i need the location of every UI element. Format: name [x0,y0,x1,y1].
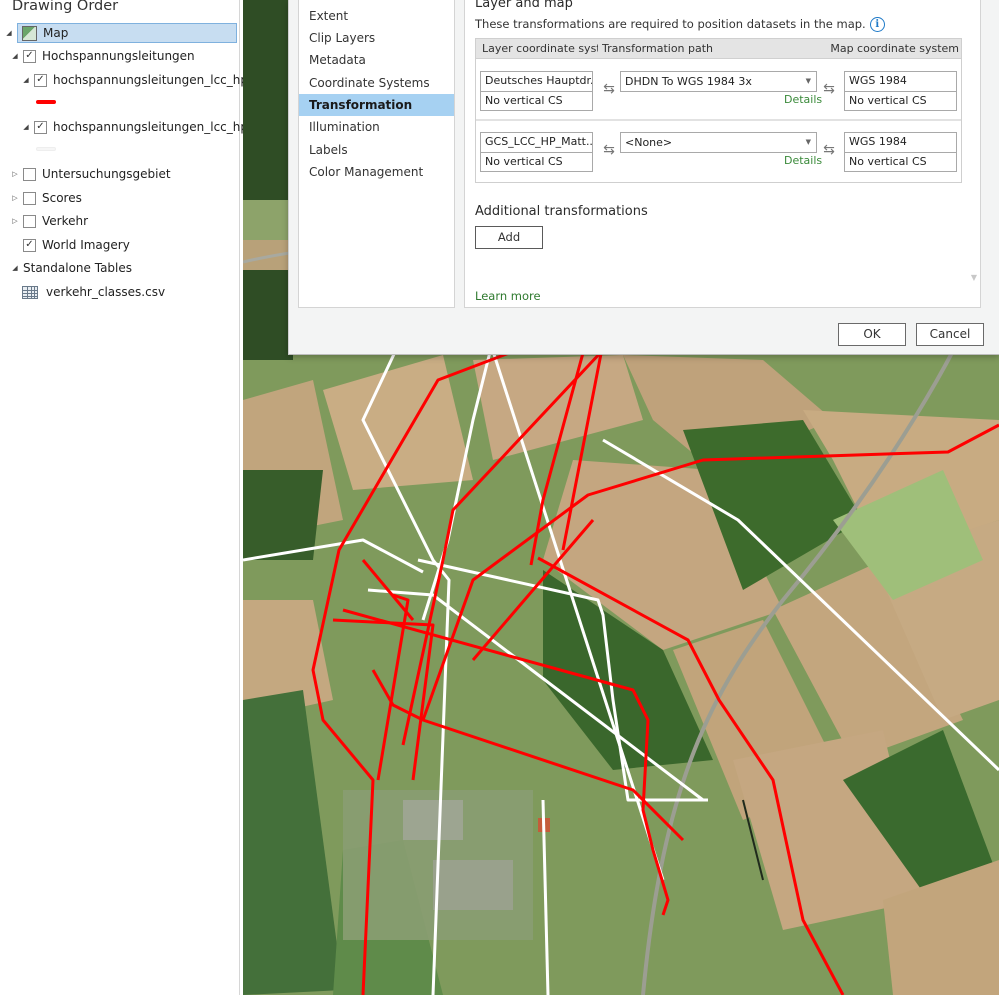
white-line-symbol[interactable] [36,147,56,151]
map-cs-name: WGS 1984 [849,135,907,148]
expand-triangle-icon[interactable]: ◢ [21,122,31,132]
expand-triangle-icon[interactable]: ◢ [4,28,14,38]
toc-item-label: verkehr_classes.csv [46,285,166,299]
map-vcs-name: No vertical CS [845,152,956,171]
layer-vcs-name: No vertical CS [481,91,592,110]
additional-transformations-heading: Additional transformations [475,204,648,219]
toc-item-verkehr-classes-csv[interactable]: verkehr_classes.csv [22,282,165,302]
drawing-order-title: Drawing Order [12,0,119,14]
toc-item-label: Untersuchungsgebiet [42,167,171,181]
toc-item-label: Standalone Tables [23,261,133,275]
layer-checkbox[interactable] [23,167,36,181]
layer-cs-box-1[interactable]: Deutsches Hauptdr... No vertical CS [480,71,593,111]
expand-triangle-icon[interactable]: ◢ [10,51,20,61]
swap-arrows-icon: ⇆ [823,81,835,97]
toc-item-label: World Imagery [42,238,130,252]
transformation-grid: Layer coordinate system Transformation p… [475,38,962,183]
nav-item-metadata[interactable]: Metadata [299,49,454,71]
nav-item-coordinate-systems[interactable]: Coordinate Systems [299,72,454,94]
toc-item-label: Scores [42,191,82,205]
header-layer-cs: Layer coordinate system [482,42,598,55]
toc-item-label: Hochspannungsleitungen [42,49,195,63]
toc-standalone-tables-header[interactable]: ◢ Standalone Tables [10,258,132,278]
details-link-2[interactable]: Details [784,154,822,167]
contents-pane: Drawing Order ◢ Map ◢ ✓ Hochspannungslei… [0,0,248,995]
map-vcs-name: No vertical CS [845,91,956,110]
swap-arrows-icon: ⇆ [603,142,615,158]
dropdown-caret-icon: ▼ [805,138,811,146]
help-text: These transformations are required to po… [475,17,885,32]
red-line-symbol[interactable] [36,100,56,104]
toc-item-label: hochspannungsleitungen_lcc_hp [53,120,248,134]
map-icon [22,25,37,41]
layer-checkbox[interactable]: ✓ [23,238,36,252]
header-transformation-path: Transformation path [602,42,714,55]
collapsed-triangle-icon[interactable]: ▷ [10,193,20,203]
collapsed-triangle-icon[interactable]: ▷ [10,216,20,226]
swap-arrows-icon: ⇆ [823,142,835,158]
layer-checkbox[interactable] [23,191,36,205]
properties-nav-list: Extent Clip Layers Metadata Coordinate S… [298,0,455,308]
details-link-1[interactable]: Details [784,93,822,106]
toc-item-verkehr[interactable]: ▷ Verkehr [10,211,88,231]
toc-map-row[interactable]: ◢ Map [4,23,237,43]
header-map-cs: Map coordinate system [830,42,959,55]
layer-vcs-name: No vertical CS [481,152,592,171]
cancel-button[interactable]: Cancel [916,323,984,346]
learn-more-link[interactable]: Learn more [475,289,541,303]
info-icon[interactable]: i [869,17,885,32]
map-properties-dialog: Extent Clip Layers Metadata Coordinate S… [288,0,999,355]
nav-item-labels[interactable]: Labels [299,139,454,161]
layer-cs-box-2[interactable]: GCS_LCC_HP_Matt... No vertical CS [480,132,593,172]
toc-item-hochspannungsleitungen[interactable]: ◢ ✓ Hochspannungsleitungen [10,46,195,66]
toc-item-untersuchungsgebiet[interactable]: ▷ Untersuchungsgebiet [10,164,171,184]
toc-item-label: Verkehr [42,214,89,228]
nav-item-extent[interactable]: Extent [299,5,454,27]
layer-checkbox[interactable]: ✓ [23,49,36,63]
collapsed-triangle-icon[interactable]: ▷ [10,169,20,179]
layer-checkbox[interactable]: ✓ [34,73,47,87]
toc-item-label: hochspannungsleitungen_lcc_hp [53,73,248,87]
nav-item-illumination[interactable]: Illumination [299,116,454,138]
toc-item-label: Map [43,26,69,40]
expand-triangle-icon[interactable]: ◢ [21,75,31,85]
map-cs-name: WGS 1984 [849,74,907,87]
transformation-path-select-2[interactable]: <None> ▼ [620,132,817,153]
expand-triangle-icon[interactable]: ◢ [10,263,20,273]
nav-item-transformation[interactable]: Transformation [299,94,454,116]
dropdown-caret-icon: ▼ [805,77,811,85]
add-transformation-button[interactable]: Add [475,226,543,249]
transformation-path-select-1[interactable]: DHDN To WGS 1984 3x ▼ [620,71,817,92]
select-value: DHDN To WGS 1984 3x [625,75,752,88]
map-cs-box-1[interactable]: WGS 1984 No vertical CS [844,71,957,111]
transformation-panel: Layer and map These transformations are … [464,0,981,308]
swap-arrows-icon: ⇆ [603,81,615,97]
layer-cs-name: GCS_LCC_HP_Matt... [485,135,592,148]
toc-item-world-imagery[interactable]: ✓ World Imagery [23,235,130,255]
grid-header: Layer coordinate system Transformation p… [476,39,961,59]
toc-item-layer-white[interactable]: ◢ ✓ hochspannungsleitungen_lcc_hp [21,117,248,137]
scroll-down-arrow-icon[interactable]: ▼ [971,273,977,282]
ok-button[interactable]: OK [838,323,906,346]
layer-cs-name: Deutsches Hauptdr... [485,74,592,87]
toc-item-layer-red[interactable]: ◢ ✓ hochspannungsleitungen_lcc_hp [21,70,248,90]
layer-checkbox[interactable]: ✓ [34,120,47,134]
nav-item-clip-layers[interactable]: Clip Layers [299,27,454,49]
layer-and-map-heading: Layer and map [475,0,573,11]
table-icon [22,285,38,299]
help-text-label: These transformations are required to po… [475,17,866,31]
layer-checkbox[interactable] [23,214,36,228]
row-separator [476,119,961,121]
toc-item-scores[interactable]: ▷ Scores [10,188,82,208]
select-value: <None> [625,136,673,149]
toc-item-map[interactable]: Map [17,23,237,43]
map-cs-box-2[interactable]: WGS 1984 No vertical CS [844,132,957,172]
nav-item-color-management[interactable]: Color Management [299,161,454,183]
